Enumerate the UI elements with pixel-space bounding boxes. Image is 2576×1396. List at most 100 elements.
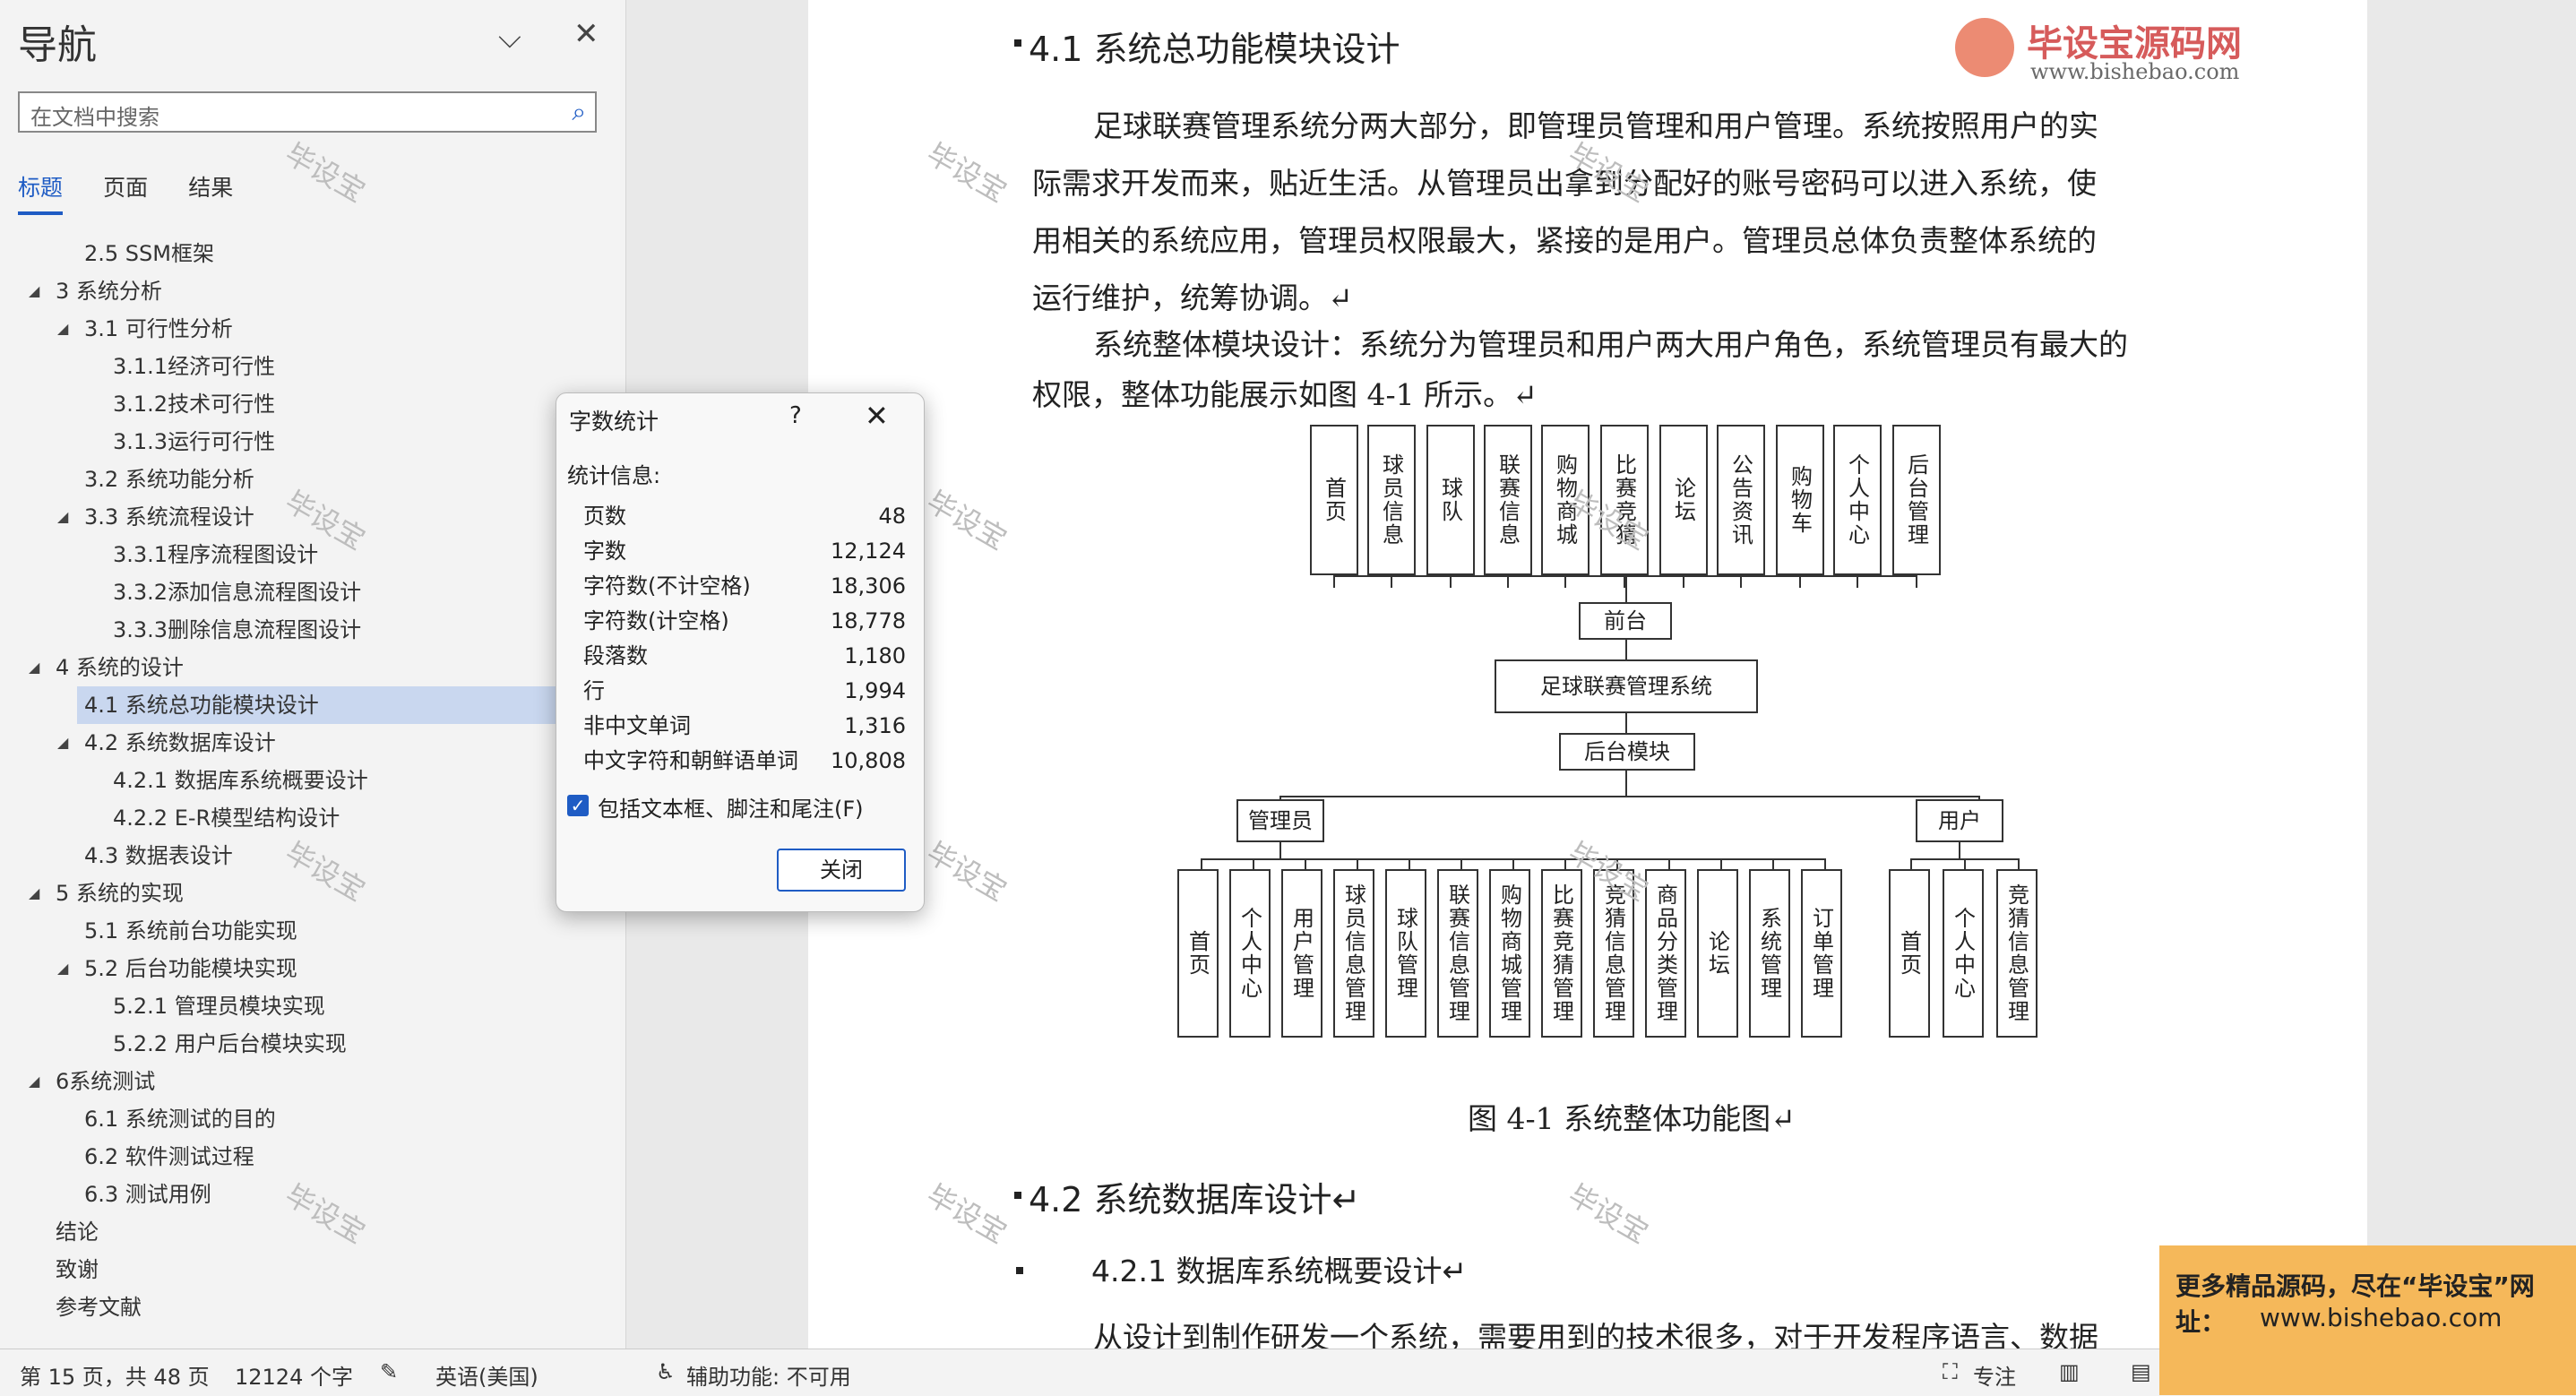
nav-heading-item[interactable]: ◢ 3.3 系统流程设计: [0, 498, 625, 536]
nav-heading-item[interactable]: 5.1 系统前台功能实现: [0, 912, 625, 950]
connector-line: [1959, 842, 1960, 858]
nav-heading-item[interactable]: 4.1 系统总功能模块设计: [77, 686, 625, 724]
diagram-module-box: 购物商城: [1541, 425, 1590, 575]
nav-heading-item[interactable]: 4.3 数据表设计: [0, 837, 625, 875]
nav-heading-item[interactable]: 3.1.1经济可行性: [0, 348, 625, 385]
stat-label: 非中文单词: [583, 713, 691, 738]
language[interactable]: 英语(美国): [435, 1359, 538, 1391]
collapse-arrow-icon[interactable]: ◢: [29, 649, 39, 686]
nav-heading-item[interactable]: 3.3.1程序流程图设计: [0, 536, 625, 573]
accessibility-status[interactable]: 辅助功能: 不可用: [686, 1359, 851, 1391]
diagram-admin-module-box: 商品分类管理: [1645, 869, 1686, 1038]
tab-results[interactable]: 结果: [188, 170, 233, 211]
nav-heading-item[interactable]: ◢ 4.2 系统数据库设计: [0, 724, 625, 762]
ad-banner[interactable]: 更多精品源码，尽在“毕设宝”网址： www.bishebao.com: [2159, 1245, 2576, 1395]
nav-heading-item[interactable]: 6.1 系统测试的目的: [0, 1100, 625, 1138]
connector-line: [1683, 575, 1684, 588]
collapse-arrow-icon[interactable]: ◢: [29, 1063, 39, 1100]
nav-tabs: 标题 页面 结果: [18, 170, 269, 215]
close-button[interactable]: 关闭: [777, 849, 906, 892]
nav-heading-label: 3.1.1经济可行性: [113, 354, 276, 379]
help-icon[interactable]: ?: [789, 402, 802, 429]
nav-heading-item[interactable]: ◢ 5.2 后台功能模块实现: [0, 950, 625, 987]
collapse-arrow-icon[interactable]: ◢: [57, 950, 68, 987]
nav-heading-item[interactable]: 4.2.2 E-R模型结构设计: [0, 799, 625, 837]
diagram-user-module-box: 竞猜信息管理: [1996, 869, 2038, 1038]
connector-line: [1625, 771, 1627, 797]
tab-headings[interactable]: 标题: [18, 170, 64, 215]
nav-heading-item[interactable]: 4.2.1 数据库系统概要设计: [0, 762, 625, 799]
nav-heading-item[interactable]: 3.3.3删除信息流程图设计: [0, 611, 625, 649]
nav-heading-item[interactable]: ◢ 3.1 可行性分析: [0, 310, 625, 348]
print-layout-icon[interactable]: ▤: [2131, 1359, 2151, 1384]
collapse-arrow-icon[interactable]: ◢: [29, 875, 39, 912]
diagram-admin-module-box: 用户管理: [1281, 869, 1322, 1038]
diagram-admin-module-box: 球队管理: [1385, 869, 1426, 1038]
nav-heading-item[interactable]: 参考文献: [0, 1288, 625, 1326]
nav-heading-item[interactable]: ◢ 5 系统的实现: [0, 875, 625, 912]
nav-heading-item[interactable]: ◢ 3 系统分析: [0, 272, 625, 310]
nav-heading-item[interactable]: ◢ 6系统测试: [0, 1063, 625, 1100]
nav-heading-label: 3.1.2技术可行性: [113, 392, 276, 417]
nav-heading-item[interactable]: 3.1.3运行可行性: [0, 423, 625, 461]
stat-value: 12,124: [831, 539, 906, 564]
nav-heading-label: 4.2.1 数据库系统概要设计: [113, 768, 368, 793]
nav-heading-item[interactable]: 6.3 测试用例: [0, 1176, 625, 1213]
stat-value: 10,808: [831, 748, 906, 773]
nav-heading-item[interactable]: 5.2.1 管理员模块实现: [0, 987, 625, 1025]
read-mode-icon[interactable]: ▥: [2059, 1359, 2080, 1384]
nav-heading-item[interactable]: 6.2 软件测试过程: [0, 1138, 625, 1176]
close-icon[interactable]: ✕: [865, 399, 889, 433]
navigation-pane: 导航 ⌵ ✕ 在文档中搜索 ⌕ 标题 页面 结果 2.5 SSM框架 ◢ 3 系统分…: [0, 0, 626, 1349]
close-icon[interactable]: ✕: [573, 16, 599, 52]
nav-heading-label: 6系统测试: [56, 1069, 156, 1094]
stat-label: 行: [583, 678, 605, 703]
focus-icon[interactable]: ⛶: [1943, 1359, 1958, 1384]
stats-label: 统计信息:: [567, 463, 661, 488]
collapse-arrow-icon[interactable]: ◢: [29, 272, 39, 310]
logo-icon: [1955, 18, 2014, 77]
nav-heading-item[interactable]: 5.2.2 用户后台模块实现: [0, 1025, 625, 1063]
page-count[interactable]: 第 15 页，共 48 页: [20, 1359, 210, 1391]
diagram-module-box: 论坛: [1659, 425, 1708, 575]
collapse-arrow-icon[interactable]: ◢: [57, 310, 68, 348]
nav-heading-label: 3.2 系统功能分析: [84, 467, 254, 492]
nav-heading-item[interactable]: 3.2 系统功能分析: [0, 461, 625, 498]
search-input[interactable]: 在文档中搜索 ⌕: [18, 91, 597, 133]
tab-pages[interactable]: 页面: [103, 170, 148, 211]
connector-line: [1279, 796, 1980, 797]
collapse-arrow-icon[interactable]: ◢: [57, 724, 68, 762]
diagram-admin-module-box: 购物商城管理: [1489, 869, 1530, 1038]
search-placeholder: 在文档中搜索: [30, 105, 159, 130]
nav-heading-item[interactable]: 2.5 SSM框架: [0, 235, 625, 272]
dialog-title: 字数统计: [569, 409, 659, 435]
diagram-admin-module-box: 论坛: [1697, 869, 1738, 1038]
nav-heading-label: 3.1 可行性分析: [84, 316, 233, 341]
proofing-icon[interactable]: ✎: [380, 1359, 398, 1384]
stat-row: 段落数 1,180: [583, 639, 906, 674]
stat-label: 字数: [583, 539, 626, 564]
stat-value: 1,316: [844, 713, 906, 738]
accessibility-icon[interactable]: ♿: [656, 1359, 676, 1384]
nav-heading-item[interactable]: ◢ 4 系统的设计: [0, 649, 625, 686]
word-count[interactable]: 12124 个字: [235, 1359, 353, 1391]
include-textboxes-checkbox[interactable]: ✓: [567, 795, 589, 816]
collapse-arrow-icon[interactable]: ◢: [57, 498, 68, 536]
focus-mode[interactable]: 专注: [1973, 1359, 2016, 1391]
stat-label: 字符数(计空格): [583, 608, 729, 633]
chevron-down-icon[interactable]: ⌵: [498, 20, 521, 56]
nav-heading-item[interactable]: 结论: [0, 1213, 625, 1251]
diagram-system-box: 足球联赛管理系统: [1495, 659, 1758, 713]
diagram-admin-module-box: 系统管理: [1749, 869, 1790, 1038]
paragraph-line: 际需求开发而来，贴近生活。从管理员出拿到分配好的账号密码可以进入系统，使: [1032, 166, 2097, 201]
heading-bullet: [1014, 1192, 1021, 1199]
nav-heading-label: 参考文献: [56, 1295, 142, 1320]
nav-heading-item[interactable]: 3.3.2添加信息流程图设计: [0, 573, 625, 611]
nav-heading-item[interactable]: 3.1.2技术可行性: [0, 385, 625, 423]
search-icon[interactable]: ⌕: [572, 97, 586, 127]
nav-heading-item[interactable]: 致谢: [0, 1251, 625, 1288]
diagram-admin-module-box: 竞猜信息管理: [1593, 869, 1634, 1038]
connector-line: [1799, 575, 1801, 588]
diagram-module-box: 球员信息: [1367, 425, 1416, 575]
nav-heading-label: 3.3.3删除信息流程图设计: [113, 617, 362, 642]
